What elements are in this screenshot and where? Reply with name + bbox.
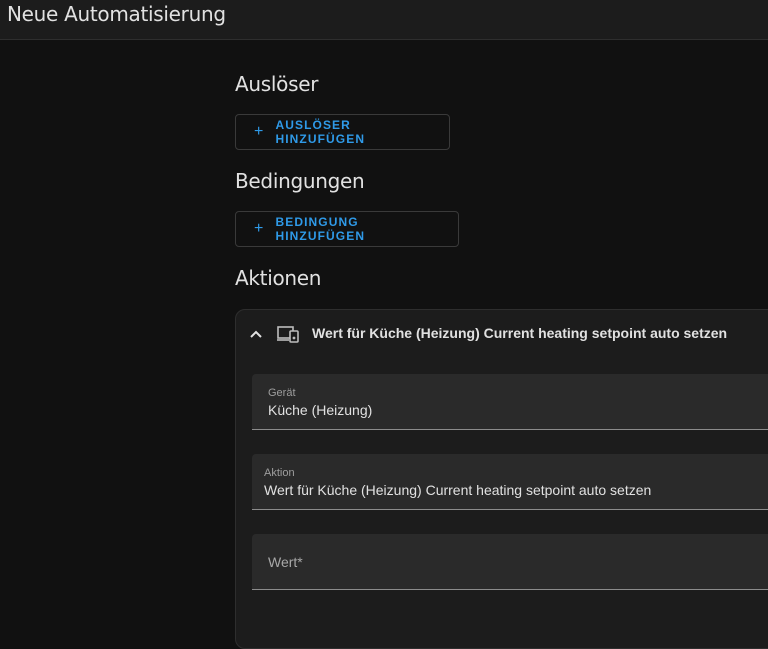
device-field-value: Küche (Heizung)	[268, 402, 373, 418]
action-field[interactable]: Aktion Wert für Küche (Heizung) Current …	[252, 454, 768, 510]
value-input[interactable]: Wert*	[252, 534, 768, 590]
top-app-bar: Neue Automatisierung	[0, 0, 768, 40]
add-condition-button[interactable]: + BEDINGUNG HINZUFÜGEN	[235, 211, 459, 247]
plus-icon: +	[254, 220, 265, 237]
add-trigger-label: AUSLÖSER HINZUFÜGEN	[275, 118, 366, 146]
plus-icon: +	[254, 123, 265, 140]
action-card: Wert für Küche (Heizung) Current heating…	[235, 309, 768, 649]
actions-heading: Aktionen	[235, 266, 322, 290]
add-trigger-button[interactable]: + AUSLÖSER HINZUFÜGEN	[235, 114, 450, 150]
page-title: Neue Automatisierung	[7, 2, 226, 26]
triggers-heading: Auslöser	[235, 72, 319, 96]
devices-icon	[277, 326, 299, 343]
device-field-label: Gerät	[268, 387, 296, 399]
chevron-up-icon[interactable]	[249, 327, 263, 341]
action-card-header[interactable]: Wert für Küche (Heizung) Current heating…	[236, 310, 768, 358]
action-card-title: Wert für Küche (Heizung) Current heating…	[312, 325, 728, 341]
action-field-label: Aktion	[264, 467, 295, 479]
conditions-heading: Bedingungen	[235, 169, 365, 193]
action-field-value: Wert für Küche (Heizung) Current heating…	[264, 482, 652, 498]
device-field[interactable]: Gerät Küche (Heizung)	[252, 374, 768, 430]
value-input-placeholder: Wert*	[268, 554, 303, 570]
add-condition-label: BEDINGUNG HINZUFÜGEN	[275, 215, 366, 243]
